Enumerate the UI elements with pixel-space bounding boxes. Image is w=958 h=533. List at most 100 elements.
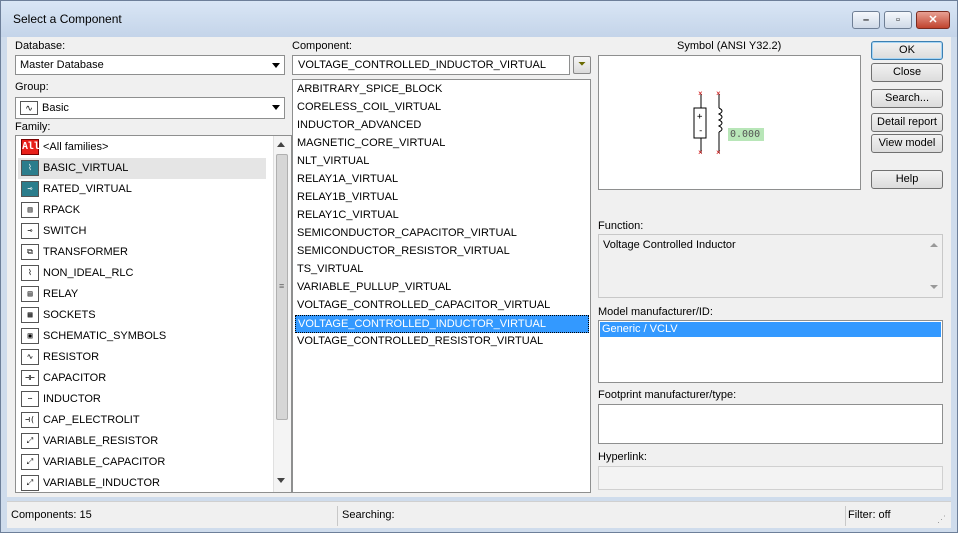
search-button[interactable]: Search... [871, 89, 943, 108]
component-item-label: VOLTAGE_CONTROLLED_CAPACITOR_VIRTUAL [297, 299, 551, 311]
family-item[interactable]: ∿ RESISTOR [18, 347, 266, 368]
view-model-button[interactable]: View model [871, 134, 943, 153]
family-item-label: VARIABLE_CAPACITOR [43, 456, 166, 468]
family-item-label: SCHEMATIC_SYMBOLS [43, 330, 167, 342]
family-label: Family: [15, 121, 51, 133]
family-item[interactable]: ⊣⊢ CAPACITOR [18, 368, 266, 389]
scroll-down-icon[interactable] [930, 285, 938, 289]
family-item[interactable]: ▦ SOCKETS [18, 305, 266, 326]
database-select[interactable]: Master Database [15, 55, 285, 75]
family-item[interactable]: ⌇ BASIC_VIRTUAL [18, 158, 266, 179]
component-label: Component: [292, 40, 352, 52]
group-select[interactable]: ∿ Basic [15, 97, 285, 119]
family-item-label: BASIC_VIRTUAL [43, 162, 129, 174]
minimize-button[interactable]: – [852, 11, 880, 29]
family-item[interactable]: ⊣(CAP_ELECTROLIT [18, 410, 266, 431]
dialog-body: Database: Master Database Group: ∿ Basic… [7, 37, 951, 497]
component-list-item[interactable]: INDUCTOR_ADVANCED [295, 117, 589, 135]
component-item-label: SEMICONDUCTOR_RESISTOR_VIRTUAL [297, 245, 510, 257]
component-list-item[interactable]: RELAY1C_VIRTUAL [295, 207, 589, 225]
component-list-item[interactable]: SEMICONDUCTOR_CAPACITOR_VIRTUAL [295, 225, 589, 243]
family-item[interactable]: ⧉ TRANSFORMER [18, 242, 266, 263]
capacitor-icon: ⊣⊢ [21, 370, 39, 386]
family-item-label: <All families> [43, 141, 109, 153]
scroll-up-icon[interactable] [930, 243, 938, 247]
svg-text:×: × [698, 148, 703, 157]
component-item-label: MAGNETIC_CORE_VIRTUAL [297, 137, 446, 149]
family-item-label: SWITCH [43, 225, 87, 237]
family-item[interactable]: ▤ RELAY [18, 284, 266, 305]
component-item-label: ARBITRARY_SPICE_BLOCK [297, 83, 443, 95]
component-list-item[interactable]: VOLTAGE_CONTROLLED_INDUCTOR_VIRTUAL [295, 315, 589, 333]
family-item[interactable]: All <All families> [18, 137, 266, 158]
component-list-item[interactable]: VOLTAGE_CONTROLLED_RESISTOR_VIRTUAL [295, 333, 589, 351]
voltage-controlled-inductor-symbol: + - × × × × [693, 89, 764, 157]
close-icon: ✕ [928, 14, 938, 26]
family-item-label: RPACK [43, 204, 81, 216]
component-list-item[interactable]: SEMICONDUCTOR_RESISTOR_VIRTUAL [295, 243, 589, 261]
family-item[interactable]: ⤢ VARIABLE_RESISTOR [18, 431, 266, 452]
transformer-icon: ⧉ [21, 244, 39, 260]
component-list-item[interactable]: MAGNETIC_CORE_VIRTUAL [295, 135, 589, 153]
window-title: Select a Component [13, 12, 122, 26]
component-list-item[interactable]: TS_VIRTUAL [295, 261, 589, 279]
svg-text:-: - [698, 126, 703, 136]
close-window-button[interactable]: ✕ [916, 11, 950, 29]
filter-status: Filter: off [848, 509, 891, 521]
variable-capacitor-icon: ⤢ [21, 454, 39, 470]
component-list-item[interactable]: CORELESS_COIL_VIRTUAL [295, 99, 589, 117]
resize-grip-icon[interactable]: ⋰ [937, 514, 946, 525]
relay-icon: ▤ [21, 286, 39, 302]
component-list[interactable]: ARBITRARY_SPICE_BLOCK CORELESS_COIL_VIRTU… [292, 79, 591, 493]
filter-button[interactable]: ⏷ [573, 56, 591, 74]
symbol-preview: + - × × × × 0.000 [598, 55, 861, 190]
scroll-up-icon[interactable] [277, 142, 285, 147]
status-divider [845, 506, 846, 526]
scroll-down-icon[interactable] [277, 478, 285, 483]
component-list-item[interactable]: NLT_VIRTUAL [295, 153, 589, 171]
resistor-icon: ∿ [21, 349, 39, 365]
function-text: Voltage Controlled Inductor [603, 239, 736, 251]
title-bar: Select a Component – ▫ ✕ [1, 1, 957, 37]
family-item[interactable]: ▥ RPACK [18, 200, 266, 221]
model-label: Model manufacturer/ID: [598, 306, 713, 318]
model-list-item[interactable]: Generic / VCLV [600, 322, 941, 337]
family-item[interactable]: ⤢ VARIABLE_INDUCTOR [18, 473, 266, 492]
family-item[interactable]: ∽ INDUCTOR [18, 389, 266, 410]
model-list[interactable]: Generic / VCLV [598, 320, 943, 383]
family-list[interactable]: All <All families> ⌇ BASIC_VIRTUAL ⊸ RATED_VI… [15, 135, 292, 493]
function-label: Function: [598, 220, 644, 232]
component-list-item[interactable]: ARBITRARY_SPICE_BLOCK [295, 81, 589, 99]
family-item[interactable]: ▣ SCHEMATIC_SYMBOLS [18, 326, 266, 347]
component-list-item[interactable]: RELAY1B_VIRTUAL [295, 189, 589, 207]
component-item-label: VOLTAGE_CONTROLLED_RESISTOR_VIRTUAL [297, 335, 544, 347]
family-item-label: TRANSFORMER [43, 246, 128, 258]
component-list-item[interactable]: RELAY1A_VIRTUAL [295, 171, 589, 189]
rated-virtual-icon: ⊸ [21, 181, 39, 197]
family-scrollbar[interactable]: ≡ [273, 136, 291, 492]
database-value: Master Database [20, 59, 104, 71]
component-list-item[interactable]: VARIABLE_PULLUP_VIRTUAL [295, 279, 589, 297]
ok-button[interactable]: OK [871, 41, 943, 60]
component-item-label: RELAY1B_VIRTUAL [297, 191, 399, 203]
footprint-label: Footprint manufacturer/type: [598, 389, 737, 401]
all-families-icon: All [21, 139, 40, 155]
family-item[interactable]: ⊸ SWITCH [18, 221, 266, 242]
family-item[interactable]: ⌇ NON_IDEAL_RLC [18, 263, 266, 284]
svg-text:×: × [716, 89, 721, 98]
family-item[interactable]: ⊸ RATED_VIRTUAL [18, 179, 266, 200]
status-divider [337, 506, 338, 526]
family-item[interactable]: ⤢ VARIABLE_CAPACITOR [18, 452, 266, 473]
footprint-list[interactable] [598, 404, 943, 444]
switch-icon: ⊸ [21, 223, 39, 239]
close-button[interactable]: Close [871, 63, 943, 82]
component-list-item[interactable]: VOLTAGE_CONTROLLED_CAPACITOR_VIRTUAL [295, 297, 589, 315]
detail-report-button[interactable]: Detail report [871, 113, 943, 132]
component-item-label: CORELESS_COIL_VIRTUAL [297, 101, 442, 113]
help-button[interactable]: Help [871, 170, 943, 189]
family-item-label: VARIABLE_INDUCTOR [43, 477, 160, 489]
schematic-symbols-icon: ▣ [21, 328, 39, 344]
component-search-input[interactable]: VOLTAGE_CONTROLLED_INDUCTOR_VIRTUAL [292, 55, 570, 75]
maximize-button[interactable]: ▫ [884, 11, 912, 29]
scroll-thumb[interactable]: ≡ [276, 154, 288, 420]
